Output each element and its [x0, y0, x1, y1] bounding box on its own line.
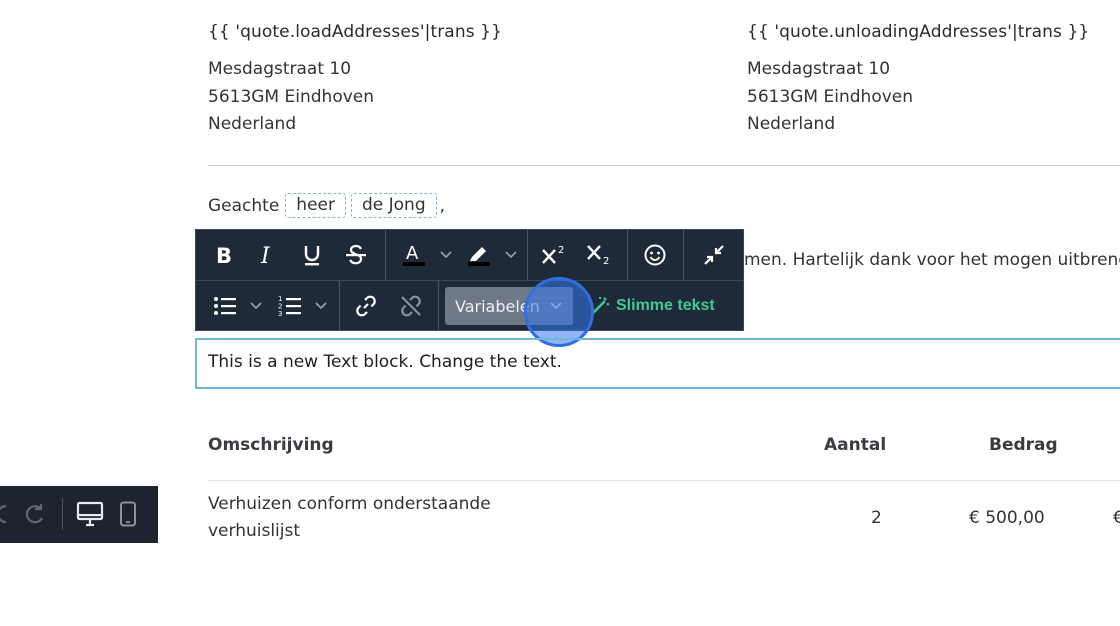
redo-icon [25, 504, 43, 524]
svg-text:3: 3 [278, 310, 282, 318]
load-addresses-title: {{ 'quote.loadAddresses'|trans }} [208, 22, 502, 42]
unlink-icon [401, 295, 421, 317]
underline-button[interactable] [296, 230, 328, 280]
toolbar-row-insert: 123 Variabelen Slimme tekst [196, 281, 743, 331]
row-total-clipped: € [1113, 508, 1120, 528]
highlight-color-button[interactable] [464, 230, 494, 280]
subscript-icon: 2 [587, 245, 609, 267]
link-icon [356, 295, 376, 317]
column-header-quantity: Aantal [824, 435, 887, 455]
column-header-amount: Bedrag [989, 435, 1058, 455]
minimize-icon [704, 245, 724, 265]
toolbar-separator [339, 281, 340, 331]
toolbar-separator [385, 230, 386, 280]
intro-paragraph[interactable]: men. Hartelijk dank voor het mogen uitbr… [744, 250, 1120, 270]
toolbar-separator [683, 230, 684, 280]
variable-chip-title[interactable]: heer [285, 193, 346, 218]
svg-text:A: A [406, 243, 419, 264]
load-address-country: Nederland [208, 114, 297, 134]
numbered-list-icon: 123 [278, 295, 301, 318]
text-color-icon: A [403, 243, 425, 266]
superscript-button[interactable]: 2 [538, 230, 572, 280]
variable-chip-name[interactable]: de Jong [350, 193, 437, 218]
highlighter-icon [468, 247, 490, 266]
chevron-down-icon [505, 251, 517, 259]
text-block-content[interactable]: This is a new Text block. Change the tex… [208, 352, 562, 372]
text-color-button[interactable]: A [399, 230, 429, 280]
subscript-button[interactable]: 2 [583, 230, 617, 280]
row-amount: € 500,00 [969, 508, 1045, 528]
emoji-button[interactable] [639, 230, 671, 280]
svg-text:B: B [216, 244, 232, 266]
unload-address-country: Nederland [747, 114, 836, 134]
salutation-greeting: Geachte [208, 195, 280, 216]
emoji-icon [644, 244, 666, 266]
toolbar-separator [438, 281, 439, 331]
mobile-icon [120, 501, 136, 527]
bold-button[interactable]: B [208, 230, 240, 280]
underline-icon [304, 246, 320, 266]
table-header-divider [208, 480, 1120, 481]
smart-text-button[interactable]: Slimme tekst [590, 281, 715, 331]
salutation-line[interactable]: Geachte heer de Jong , [208, 193, 445, 218]
bullet-list-icon [214, 297, 236, 315]
unload-addresses-title: {{ 'quote.unloadingAddresses'|trans }} [747, 22, 1090, 42]
text-color-dropdown[interactable] [435, 230, 457, 280]
superscript-icon: 2 [542, 245, 564, 264]
highlight-color-dropdown[interactable] [500, 230, 522, 280]
numbered-list-dropdown[interactable] [310, 281, 332, 331]
undo-icon [0, 504, 7, 524]
italic-icon: I [260, 244, 271, 266]
toolbar-separator [627, 230, 628, 280]
chevron-down-icon [440, 251, 452, 259]
rich-text-toolbar: B I A 2 2 1 2 3 Variabelen Slimme tekst [195, 229, 744, 331]
chevron-down-icon [315, 302, 327, 310]
desktop-view-button[interactable] [76, 501, 104, 531]
toolbar-separator [62, 498, 63, 530]
toolbar-row-formatting: B I A 2 2 [196, 230, 743, 281]
chevron-down-icon [250, 302, 262, 310]
click-indicator [524, 277, 594, 347]
bullet-list-dropdown[interactable] [245, 281, 267, 331]
smart-text-label: Slimme tekst [616, 297, 715, 314]
insert-link-button[interactable] [351, 281, 381, 331]
toolbar-separator [527, 230, 528, 280]
unload-address-city: 5613GM Eindhoven [747, 86, 914, 107]
load-address-street: Mesdagstraat 10 [208, 59, 352, 79]
remove-link-button[interactable] [396, 281, 426, 331]
bullet-list-button[interactable] [210, 281, 240, 331]
undo-button[interactable] [0, 502, 8, 530]
svg-text:2: 2 [558, 245, 564, 256]
mobile-view-button[interactable] [118, 501, 138, 531]
strikethrough-button[interactable] [340, 230, 372, 280]
svg-text:I: I [260, 244, 271, 266]
row-quantity: 2 [871, 508, 882, 528]
italic-button[interactable]: I [252, 230, 284, 280]
address-divider [208, 165, 1120, 166]
strikethrough-icon [346, 244, 366, 265]
row-description-line2: verhuislijst [208, 521, 301, 541]
unload-address-street: Mesdagstraat 10 [747, 59, 891, 79]
salutation-comma: , [439, 195, 446, 216]
desktop-icon [76, 501, 104, 527]
numbered-list-button[interactable]: 123 [275, 281, 305, 331]
collapse-toolbar-button[interactable] [698, 230, 730, 280]
bold-icon: B [216, 244, 232, 266]
load-address-city: 5613GM Eindhoven [208, 86, 375, 107]
svg-text:2: 2 [603, 256, 609, 267]
editor-view-toolbar [0, 486, 158, 543]
column-header-description: Omschrijving [208, 435, 334, 455]
row-description-line1: Verhuizen conform onderstaande [208, 494, 491, 514]
redo-button[interactable] [22, 502, 48, 530]
